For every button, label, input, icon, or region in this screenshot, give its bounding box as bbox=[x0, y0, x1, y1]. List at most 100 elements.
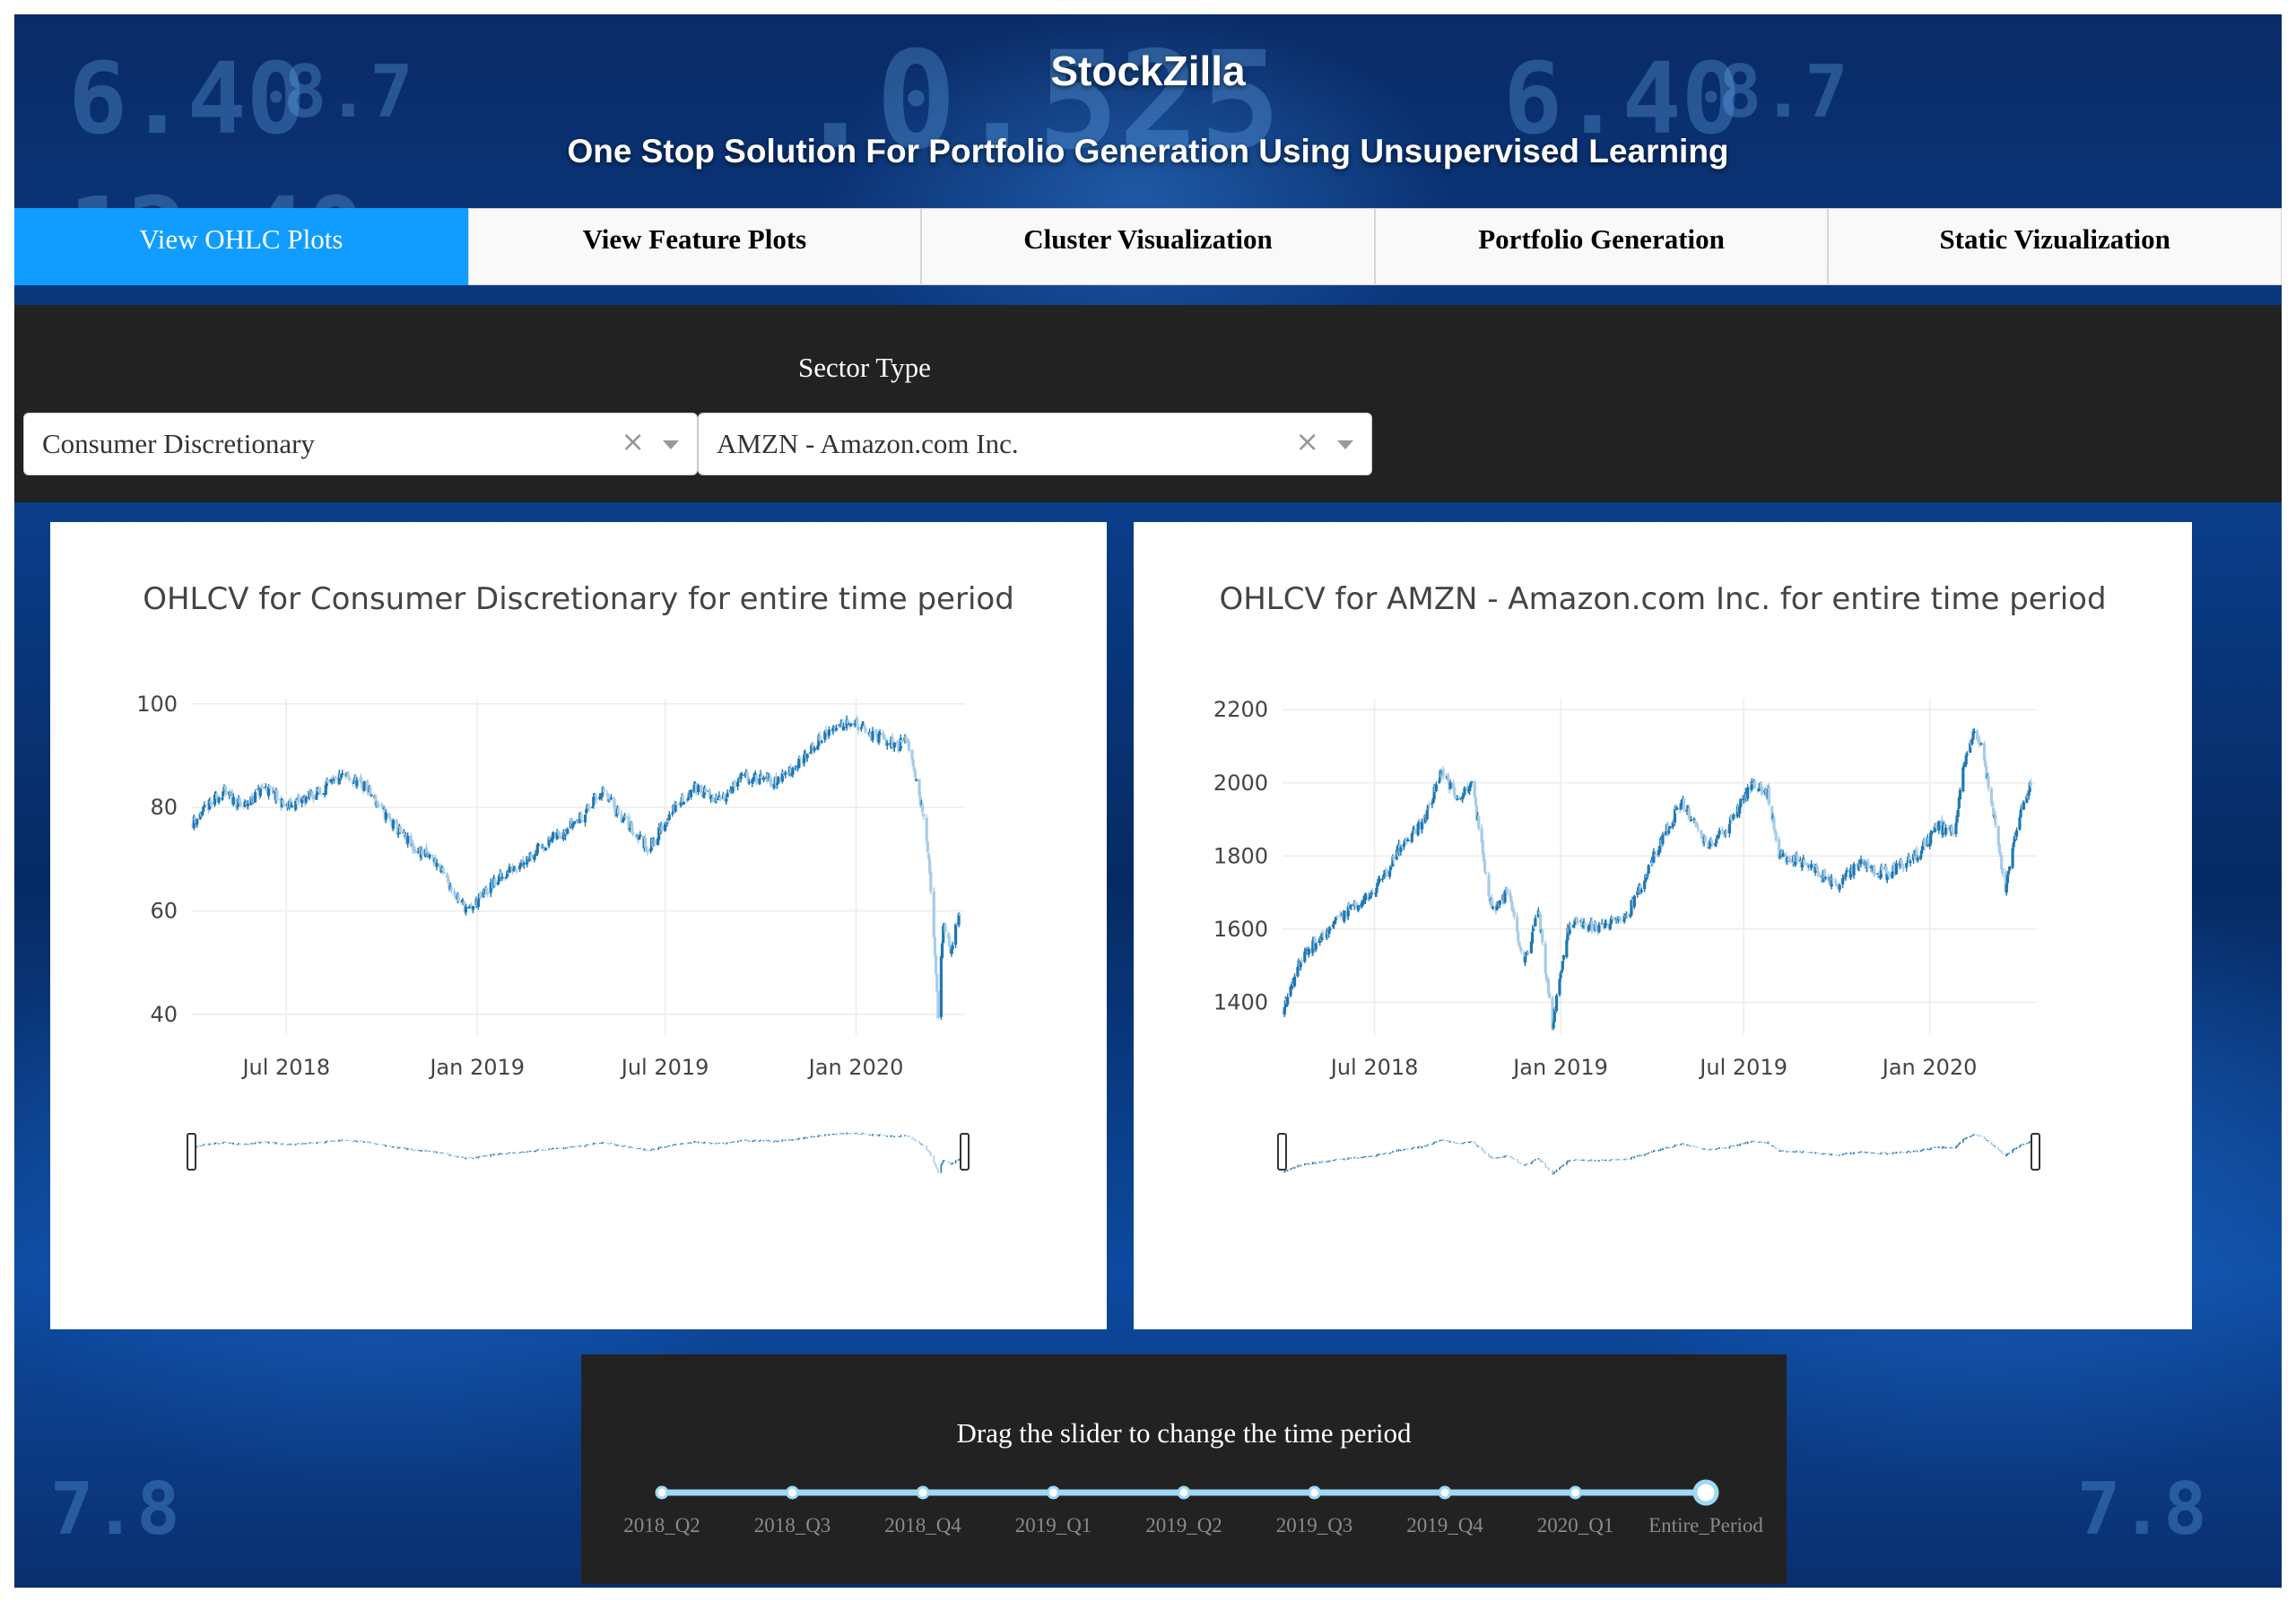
slider-dot[interactable] bbox=[1177, 1485, 1191, 1500]
candle-body bbox=[1958, 789, 1962, 800]
slider-handle[interactable] bbox=[1692, 1479, 1719, 1506]
y-tick-label: 80 bbox=[150, 795, 178, 820]
range-slider-handle[interactable] bbox=[1277, 1133, 1287, 1171]
y-tick-label: 1400 bbox=[1213, 989, 1268, 1014]
candle-body bbox=[849, 723, 853, 727]
candle-body bbox=[1515, 916, 1519, 932]
candle-body bbox=[1378, 878, 1381, 882]
candle-body bbox=[224, 789, 228, 795]
candle-body bbox=[682, 802, 686, 805]
candle-body bbox=[1992, 807, 1996, 816]
candle-body bbox=[951, 945, 954, 950]
candle-body bbox=[1561, 955, 1566, 960]
candle-body bbox=[926, 841, 929, 852]
candle-body bbox=[1343, 910, 1346, 922]
range-slider-handle[interactable] bbox=[960, 1133, 970, 1171]
candle-body bbox=[1406, 840, 1410, 841]
slider-dot[interactable] bbox=[1438, 1485, 1452, 1500]
tab-cluster-visualization[interactable]: Cluster Visualization bbox=[921, 208, 1375, 285]
slider-dot[interactable] bbox=[1308, 1485, 1321, 1500]
candle-body bbox=[1473, 781, 1476, 797]
stock-dropdown[interactable]: AMZN - Amazon.com Inc. × bbox=[698, 413, 1372, 475]
candle-body bbox=[953, 924, 958, 945]
candle-body bbox=[602, 788, 605, 793]
candle-body bbox=[1816, 872, 1821, 877]
candle-body bbox=[915, 779, 918, 781]
candle-body bbox=[864, 727, 867, 732]
sector-ohlc-chart[interactable]: 40 60 80 100 Jul 2018 Jan 2019 Jul 2019 Jan 202… bbox=[50, 522, 1107, 1329]
candle-body bbox=[689, 789, 693, 797]
close-icon[interactable]: × bbox=[621, 424, 645, 458]
slider-dot[interactable] bbox=[1047, 1485, 1060, 1500]
slider-dot[interactable] bbox=[1569, 1485, 1582, 1500]
candle-body bbox=[718, 797, 722, 801]
candle-body bbox=[384, 812, 387, 820]
stock-ohlc-chart[interactable]: 1400 1600 1800 2000 2200 Jul 2018 Jan 2019 Jul … bbox=[1134, 522, 2192, 1329]
candle-body bbox=[464, 906, 468, 913]
candle-body bbox=[940, 943, 944, 959]
candle-body bbox=[1526, 952, 1530, 954]
candle-body bbox=[196, 819, 199, 825]
candle-body bbox=[1874, 873, 1877, 875]
candle-body bbox=[740, 774, 744, 776]
candle-body bbox=[958, 913, 961, 916]
candle-body bbox=[369, 787, 372, 796]
range-slider-handle[interactable] bbox=[2031, 1133, 2040, 1171]
range-slider-handle[interactable] bbox=[187, 1133, 196, 1171]
candle-body bbox=[1381, 878, 1385, 880]
candle-body bbox=[441, 867, 445, 872]
candle-body bbox=[2001, 868, 2005, 874]
candle-body bbox=[754, 774, 759, 784]
x-tick-label: Jul 2018 bbox=[1329, 1055, 1419, 1080]
time-period-slider[interactable]: 2018_Q2 2018_Q3 2018_Q4 2019_Q1 2019_Q2 2019_… bbox=[581, 1354, 1787, 1584]
candle-body bbox=[857, 726, 860, 731]
tab-static-vizualization[interactable]: Static Vizualization bbox=[1828, 208, 2282, 285]
slider-dot[interactable] bbox=[916, 1485, 930, 1500]
candle-body bbox=[1859, 858, 1863, 865]
candle-body bbox=[1852, 864, 1856, 875]
x-tick-label: Jul 2018 bbox=[240, 1055, 330, 1080]
slider-dot[interactable] bbox=[786, 1485, 799, 1500]
candle-body bbox=[761, 777, 766, 780]
candle-body bbox=[1944, 828, 1948, 834]
candle-body bbox=[747, 781, 751, 784]
candle-body bbox=[644, 837, 648, 848]
candle-body bbox=[1530, 932, 1535, 944]
slider-mark-label: 2019_Q1 bbox=[1015, 1514, 1092, 1537]
candle-body bbox=[580, 820, 584, 822]
candle-body bbox=[217, 797, 221, 803]
slider-dot[interactable] bbox=[655, 1485, 669, 1500]
x-tick-label: Jan 2020 bbox=[807, 1055, 904, 1080]
candle-body bbox=[922, 814, 926, 817]
candle-body bbox=[1463, 788, 1466, 795]
candle-body bbox=[777, 777, 780, 784]
candle-body bbox=[536, 843, 541, 846]
tab-view-ohlc-plots[interactable]: View OHLC Plots bbox=[14, 208, 468, 285]
close-icon[interactable]: × bbox=[1295, 424, 1319, 458]
candle-body bbox=[435, 863, 439, 867]
y-tick-label: 1600 bbox=[1213, 917, 1268, 942]
candle-body bbox=[1512, 911, 1516, 917]
candle-body bbox=[428, 854, 431, 858]
candle-body bbox=[805, 753, 809, 759]
candle-body bbox=[544, 847, 548, 851]
candle-body bbox=[1632, 895, 1636, 907]
candle-body bbox=[936, 991, 940, 1019]
candle-body bbox=[784, 772, 787, 775]
chevron-down-icon[interactable] bbox=[663, 440, 679, 449]
candle-body bbox=[1916, 858, 1919, 861]
candle-body bbox=[341, 773, 344, 776]
sector-dropdown[interactable]: Consumer Discretionary × bbox=[23, 413, 698, 475]
candle-body bbox=[813, 747, 816, 751]
candle-body bbox=[1739, 798, 1743, 807]
chevron-down-icon[interactable] bbox=[1337, 440, 1353, 449]
candle-body bbox=[1646, 875, 1649, 877]
candle-body bbox=[595, 797, 598, 800]
candle-body bbox=[1956, 810, 1960, 817]
candle-body bbox=[413, 849, 417, 853]
candle-body bbox=[791, 768, 795, 775]
tab-view-feature-plots[interactable]: View Feature Plots bbox=[467, 208, 922, 285]
candle-body bbox=[1296, 966, 1300, 977]
tab-portfolio-generation[interactable]: Portfolio Generation bbox=[1374, 208, 1829, 285]
candle-body bbox=[500, 876, 504, 879]
